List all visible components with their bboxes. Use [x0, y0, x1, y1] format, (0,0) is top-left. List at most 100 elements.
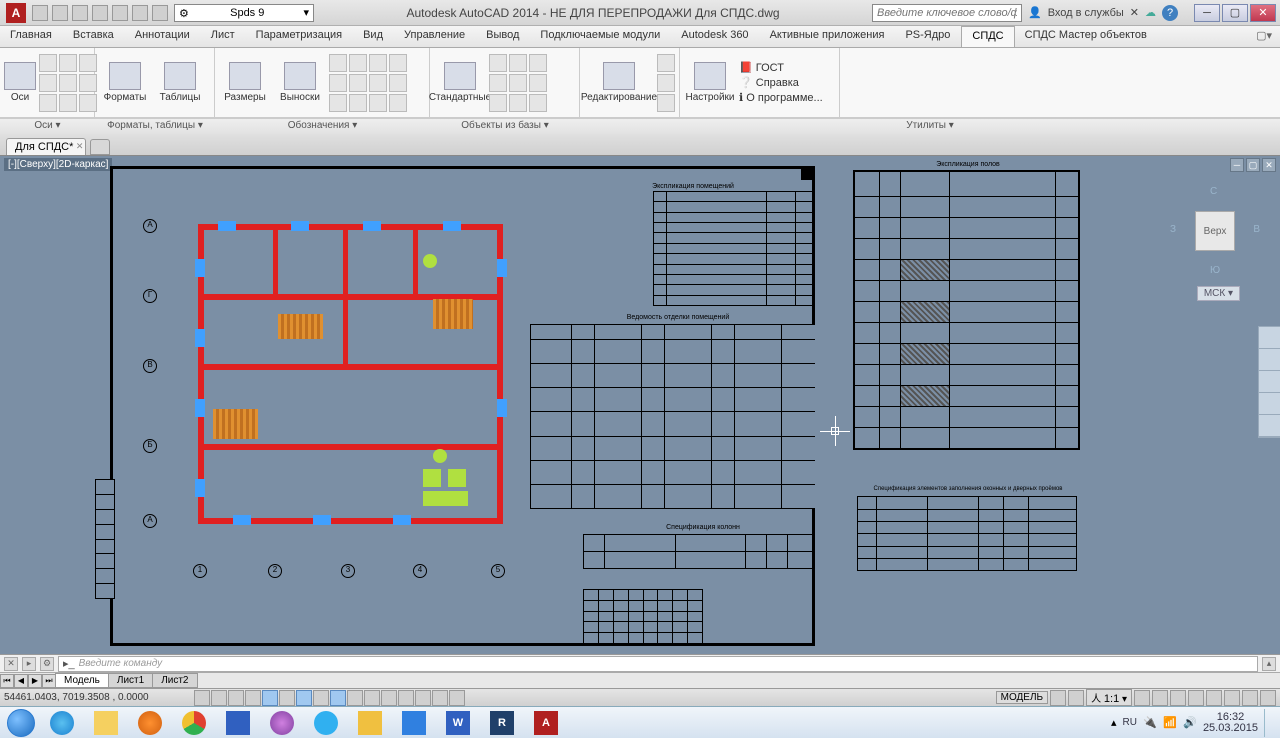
exchange-icon[interactable]: ✕ [1130, 6, 1139, 19]
formats-button[interactable]: Форматы [99, 57, 151, 109]
sb-tpy-icon[interactable] [364, 690, 380, 706]
tab-plugins[interactable]: Подключаемые модули [530, 26, 671, 47]
nav-pan-icon[interactable] [1259, 349, 1280, 371]
drawing-area[interactable]: [-][Сверху][2D-каркас] ─ ▢ ✕ С Ю В З Вер… [0, 156, 1280, 654]
taskbar-app1[interactable] [261, 709, 303, 737]
ribbon-small-btn[interactable] [369, 74, 387, 92]
sb-lwt-icon[interactable] [347, 690, 363, 706]
help-icon[interactable]: ? [1162, 5, 1178, 21]
sb-tray-icon[interactable] [1260, 690, 1276, 706]
taskbar-skype[interactable] [305, 709, 347, 737]
ribbon-small-btn[interactable] [489, 54, 507, 72]
qat-open-icon[interactable] [52, 5, 68, 21]
tab-layout1[interactable]: Лист1 [108, 673, 153, 688]
close-icon[interactable]: ✕ [76, 141, 84, 152]
minimize-button[interactable]: ─ [1194, 4, 1220, 22]
maximize-button[interactable]: ▢ [1222, 4, 1248, 22]
sb-annovi-icon[interactable] [1152, 690, 1168, 706]
close-button[interactable]: ✕ [1250, 4, 1276, 22]
viewcube-south[interactable]: Ю [1210, 265, 1220, 276]
taskbar-chrome[interactable] [173, 709, 215, 737]
cmdline-history-icon[interactable]: ▸ [22, 657, 36, 671]
cmdline-options-icon[interactable]: ⚙ [40, 657, 54, 671]
tab-nav-prev-icon[interactable]: ◀ [14, 674, 28, 688]
tab-home[interactable]: Главная [0, 26, 63, 47]
tab-nav-next-icon[interactable]: ▶ [28, 674, 42, 688]
qat-save-icon[interactable] [72, 5, 88, 21]
sb-lock-icon[interactable] [1188, 690, 1204, 706]
tab-ps-core[interactable]: PS-Ядро [895, 26, 961, 47]
ribbon-small-btn[interactable] [329, 74, 347, 92]
ribbon-small-btn[interactable] [389, 74, 407, 92]
nav-showmotion-icon[interactable] [1259, 415, 1280, 437]
panel-title-axes[interactable]: Оси ▾ [0, 119, 95, 134]
ribbon-small-btn[interactable] [657, 94, 675, 112]
viewport-label[interactable]: [-][Сверху][2D-каркас] [4, 158, 112, 171]
ribbon-small-btn[interactable] [369, 54, 387, 72]
panel-title-utils[interactable]: Утилиты ▾ [580, 119, 1280, 134]
taskbar-revit[interactable]: R [481, 709, 523, 737]
taskbar-ie[interactable] [41, 709, 83, 737]
tables-button[interactable]: Таблицы [154, 57, 206, 109]
coordinates-readout[interactable]: 54461.0403, 7019.3508 , 0.0000 [4, 692, 194, 703]
tab-layout2[interactable]: Лист2 [152, 673, 197, 688]
sb-otrack-icon[interactable] [296, 690, 312, 706]
ribbon-small-btn[interactable] [59, 74, 77, 92]
sb-polar-icon[interactable] [245, 690, 261, 706]
viewport-minimize-icon[interactable]: ─ [1230, 158, 1244, 172]
language-indicator[interactable]: RU [1122, 717, 1136, 728]
sb-annoscale-icon[interactable] [1134, 690, 1150, 706]
tab-nav-first-icon[interactable]: ⏮ [0, 674, 14, 688]
tray-clock[interactable]: 16:32 25.03.2015 [1203, 712, 1258, 734]
signin-link[interactable]: Вход в службы [1048, 7, 1124, 19]
nav-zoom-icon[interactable] [1259, 371, 1280, 393]
viewcube-north[interactable]: С [1210, 186, 1217, 197]
taskbar-app2[interactable] [393, 709, 435, 737]
tray-expand-icon[interactable]: ▴ [1111, 716, 1117, 729]
tab-model[interactable]: Модель [55, 673, 109, 688]
sb-extra-icon[interactable] [432, 690, 448, 706]
tab-annotate[interactable]: Аннотации [125, 26, 201, 47]
sb-ducs-icon[interactable] [313, 690, 329, 706]
tab-spds[interactable]: СПДС [961, 26, 1014, 47]
sb-am-icon[interactable] [415, 690, 431, 706]
start-button[interactable] [2, 709, 40, 737]
sb-extra2-icon[interactable] [449, 690, 465, 706]
ribbon-small-btn[interactable] [349, 74, 367, 92]
standard-button[interactable]: Стандартные [434, 57, 486, 109]
taskbar-autocad[interactable]: A [525, 709, 567, 737]
ribbon-small-btn[interactable] [489, 74, 507, 92]
sb-quickview-icon[interactable] [1050, 690, 1066, 706]
ribbon-small-btn[interactable] [529, 74, 547, 92]
viewcube[interactable]: С Ю В З Верх [1170, 186, 1260, 276]
nav-wheel-icon[interactable] [1259, 327, 1280, 349]
help-link[interactable]: ❔ Справка [739, 76, 823, 89]
ribbon-small-btn[interactable] [369, 94, 387, 112]
ribbon-small-btn[interactable] [389, 94, 407, 112]
ribbon-small-btn[interactable] [39, 54, 57, 72]
ribbon-small-btn[interactable] [329, 54, 347, 72]
ribbon-small-btn[interactable] [657, 54, 675, 72]
ribbon-small-btn[interactable] [39, 94, 57, 112]
axes-button[interactable]: Оси [4, 57, 36, 109]
callouts-button[interactable]: Выноски [274, 57, 326, 109]
sb-ws-icon[interactable] [1170, 690, 1186, 706]
sb-ortho-icon[interactable] [228, 690, 244, 706]
ribbon-small-btn[interactable] [509, 94, 527, 112]
ribbon-small-btn[interactable] [509, 54, 527, 72]
workspace-selector[interactable]: ⚙ Spds 9 ▾ [174, 4, 314, 22]
viewcube-top[interactable]: Верх [1195, 211, 1235, 251]
tab-spds-master[interactable]: СПДС Мастер объектов [1015, 26, 1158, 47]
tab-output[interactable]: Вывод [476, 26, 530, 47]
ribbon-small-btn[interactable] [509, 74, 527, 92]
edit-button[interactable]: Редактирование [584, 57, 654, 109]
panel-title-notes[interactable]: Обозначения ▾ [215, 119, 430, 134]
viewport-maximize-icon[interactable]: ▢ [1246, 158, 1260, 172]
sb-scale[interactable]: 人 1:1 ▾ [1086, 689, 1132, 706]
ribbon-small-btn[interactable] [529, 94, 547, 112]
ribbon-small-btn[interactable] [39, 74, 57, 92]
taskbar-wmp[interactable] [129, 709, 171, 737]
qat-redo-icon[interactable] [152, 5, 168, 21]
ribbon-small-btn[interactable] [349, 94, 367, 112]
wcs-selector[interactable]: МСК ▾ [1197, 286, 1240, 301]
